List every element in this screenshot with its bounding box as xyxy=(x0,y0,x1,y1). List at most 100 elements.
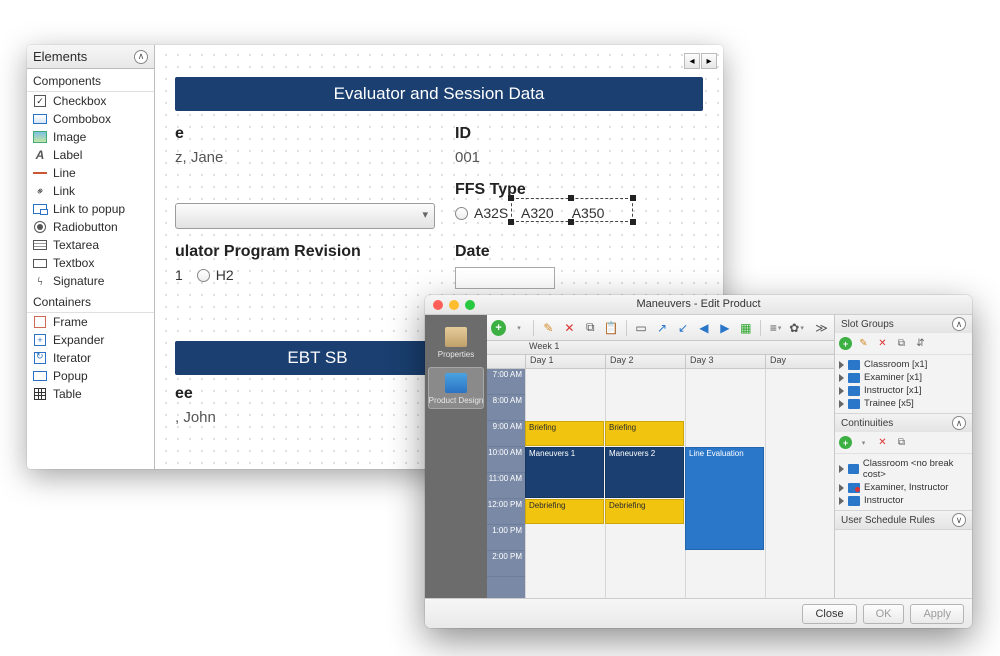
tree-item[interactable]: Classroom [x1] xyxy=(839,358,968,371)
user-schedule-rules-header[interactable]: User Schedule Rules∨ xyxy=(835,511,972,529)
tree-item[interactable]: Examiner, Instructor xyxy=(839,481,968,494)
paste-icon[interactable]: 📋 xyxy=(603,319,620,337)
container-popup[interactable]: Popup xyxy=(27,367,154,385)
component-combobox[interactable]: Combobox xyxy=(27,110,154,128)
edit-icon[interactable]: ✎ xyxy=(540,319,557,337)
elements-palette-header[interactable]: Elements ∧ xyxy=(27,45,154,69)
collapse-icon[interactable]: ∧ xyxy=(134,50,148,64)
expand-arrow-icon[interactable] xyxy=(839,465,844,473)
resize-handle-sw[interactable] xyxy=(508,219,514,225)
slot-groups-header[interactable]: Slot Groups∧ xyxy=(835,315,972,333)
collapse-icon[interactable]: ∧ xyxy=(952,317,966,331)
collapse-icon[interactable]: ∧ xyxy=(952,416,966,430)
component-signature[interactable]: ϟSignature xyxy=(27,272,154,290)
combo-field[interactable] xyxy=(175,203,435,229)
component-checkbox[interactable]: ✓Checkbox xyxy=(27,92,154,110)
prev-icon[interactable]: ◀ xyxy=(695,319,712,337)
resize-handle-ne[interactable] xyxy=(630,195,636,201)
expand-icon[interactable]: ↗ xyxy=(654,319,671,337)
close-button[interactable]: Close xyxy=(802,604,856,624)
timeline-event[interactable]: Briefing xyxy=(525,421,604,446)
container-iterator[interactable]: Iterator xyxy=(27,349,154,367)
timeline[interactable]: Week 1 Day 1 Day 2 Day 3 Day 7:00 AM 8:0… xyxy=(487,341,834,598)
ffs-option-a320[interactable]: A320 xyxy=(521,205,554,221)
ffs-selected-options: A320 A350 xyxy=(521,205,604,221)
timeline-event[interactable]: Maneuvers 2 xyxy=(605,447,684,498)
add-icon[interactable]: + xyxy=(839,436,852,449)
container-expander[interactable]: +Expander xyxy=(27,331,154,349)
tree-item[interactable]: Instructor [x1] xyxy=(839,384,968,397)
component-textarea[interactable]: Textarea xyxy=(27,236,154,254)
component-image[interactable]: Image xyxy=(27,128,154,146)
program-option-h2[interactable]: H2 xyxy=(197,267,234,283)
edit-product-window: Maneuvers - Edit Product Properties Prod… xyxy=(425,295,972,628)
align-icon[interactable]: ≡▾ xyxy=(767,319,784,337)
timeline-event[interactable]: Debriefing xyxy=(525,499,604,524)
add-icon[interactable]: + xyxy=(839,337,852,350)
tree-item[interactable]: Instructor xyxy=(839,494,968,507)
date-field[interactable] xyxy=(455,267,555,289)
delete-icon[interactable]: ✕ xyxy=(561,319,578,337)
delete-icon[interactable]: ✕ xyxy=(875,336,890,351)
program-option-1[interactable]: 1 xyxy=(175,267,183,283)
titlebar[interactable]: Maneuvers - Edit Product xyxy=(425,295,972,315)
continuities-header[interactable]: Continuities∧ xyxy=(835,414,972,432)
resize-handle-s[interactable] xyxy=(568,219,574,225)
settings-icon[interactable]: ✿▾ xyxy=(788,319,805,337)
add-icon[interactable]: + xyxy=(491,320,506,336)
scroll-left-icon[interactable]: ◂ xyxy=(684,53,700,69)
section-ebt-sb[interactable]: EBT SB xyxy=(175,341,460,375)
section-evaluator-session-data[interactable]: Evaluator and Session Data xyxy=(175,77,703,111)
nav-product-design[interactable]: Product Design xyxy=(428,367,484,409)
nav-properties[interactable]: Properties xyxy=(428,321,484,363)
overflow-icon[interactable]: ≫ xyxy=(813,319,830,337)
tree-item[interactable]: Classroom <no break cost> xyxy=(839,457,968,481)
timeline-event[interactable]: Maneuvers 1 xyxy=(525,447,604,498)
container-frame[interactable]: Frame xyxy=(27,313,154,331)
add-dropdown-icon[interactable]: ▾ xyxy=(856,435,871,450)
copy-icon[interactable]: ⧉ xyxy=(894,435,909,450)
insert-icon[interactable]: ▦ xyxy=(737,319,754,337)
expand-arrow-icon[interactable] xyxy=(839,484,844,492)
add-dropdown-icon[interactable]: ▾ xyxy=(510,319,527,337)
expand-icon[interactable]: ∨ xyxy=(952,513,966,527)
copy-icon[interactable]: ⧉ xyxy=(582,319,599,337)
tree-item[interactable]: Examiner [x1] xyxy=(839,371,968,384)
edit-icon[interactable]: ✎ xyxy=(856,336,871,351)
properties-icon xyxy=(445,327,467,347)
component-link[interactable]: ⚭Link xyxy=(27,182,154,200)
select-icon[interactable]: ▭ xyxy=(633,319,650,337)
timeline-event[interactable]: Debriefing xyxy=(605,499,684,524)
timeline-event[interactable]: Line Evaluation xyxy=(685,447,764,550)
component-link-to-popup[interactable]: Link to popup xyxy=(27,200,154,218)
expand-arrow-icon[interactable] xyxy=(839,497,844,505)
continuities-tree[interactable]: Classroom <no break cost>Examiner, Instr… xyxy=(835,454,972,510)
expand-arrow-icon[interactable] xyxy=(839,361,844,369)
next-icon[interactable]: ▶ xyxy=(716,319,733,337)
ok-button[interactable]: OK xyxy=(863,604,905,624)
slot-groups-tree[interactable]: Classroom [x1]Examiner [x1]Instructor [x… xyxy=(835,355,972,413)
tree-item[interactable]: Trainee [x5] xyxy=(839,397,968,410)
component-radiobutton[interactable]: Radiobutton xyxy=(27,218,154,236)
expand-arrow-icon[interactable] xyxy=(839,400,844,408)
collapse-icon[interactable]: ↙ xyxy=(675,319,692,337)
delete-icon[interactable]: ✕ xyxy=(875,435,890,450)
expand-arrow-icon[interactable] xyxy=(839,387,844,395)
resize-handle-se[interactable] xyxy=(630,219,636,225)
checkbox-icon: ✓ xyxy=(34,95,46,107)
component-line[interactable]: Line xyxy=(27,164,154,182)
resize-handle-nw[interactable] xyxy=(508,195,514,201)
timeline-event[interactable]: Briefing xyxy=(605,421,684,446)
component-textbox[interactable]: Textbox xyxy=(27,254,154,272)
container-table[interactable]: Table xyxy=(27,385,154,403)
timeline-lanes[interactable]: BriefingBriefingManeuvers 1Maneuvers 2Li… xyxy=(525,369,834,598)
move-icon[interactable]: ⇵ xyxy=(913,336,928,351)
ffs-option-a350[interactable]: A350 xyxy=(572,205,605,221)
apply-button[interactable]: Apply xyxy=(910,604,964,624)
scroll-right-icon[interactable]: ▸ xyxy=(701,53,717,69)
copy-icon[interactable]: ⧉ xyxy=(894,336,909,351)
resize-handle-n[interactable] xyxy=(568,195,574,201)
expand-arrow-icon[interactable] xyxy=(839,374,844,382)
component-label[interactable]: ALabel xyxy=(27,146,154,164)
ffs-option-a32s[interactable]: A32S xyxy=(455,205,508,221)
